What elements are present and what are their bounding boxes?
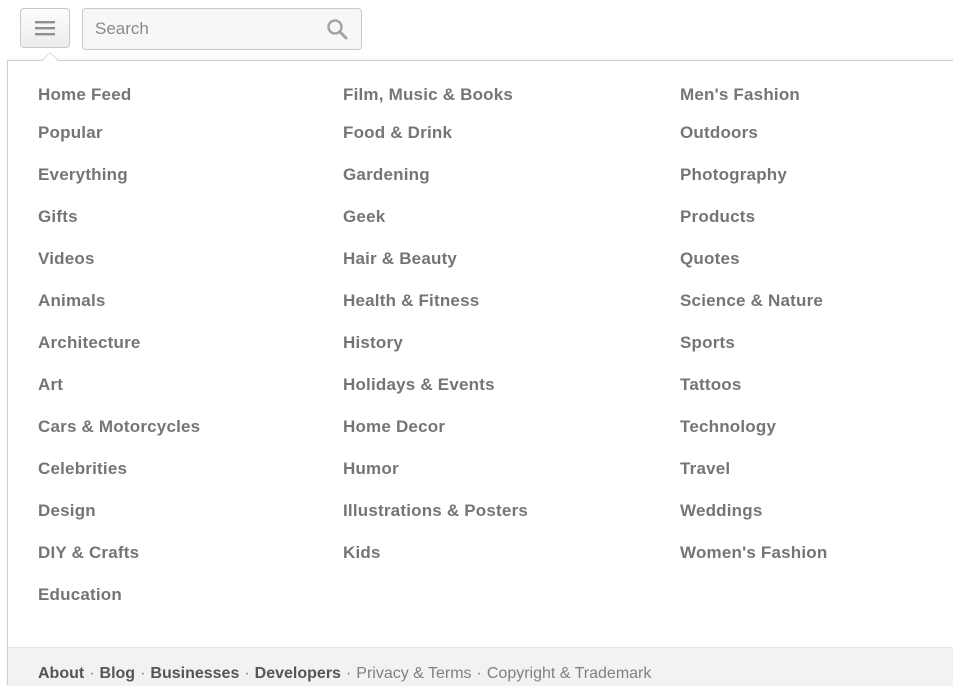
category-popular[interactable]: Popular	[38, 123, 200, 165]
category-womens-fashion[interactable]: Women's Fashion	[680, 543, 827, 585]
category-quotes[interactable]: Quotes	[680, 249, 827, 291]
dropdown-caret	[41, 52, 59, 61]
search-box[interactable]	[82, 8, 362, 50]
footer-separator: ·	[244, 665, 250, 682]
search-input[interactable]	[95, 18, 305, 40]
footer-link-about[interactable]: About	[38, 665, 84, 682]
category-column-2: Film, Music & Books Food & Drink Gardeni…	[343, 85, 528, 585]
category-food-drink[interactable]: Food & Drink	[343, 123, 528, 165]
category-education[interactable]: Education	[38, 585, 200, 627]
category-tattoos[interactable]: Tattoos	[680, 375, 827, 417]
category-gifts[interactable]: Gifts	[38, 207, 200, 249]
category-everything[interactable]: Everything	[38, 165, 200, 207]
footer-separator: ·	[140, 665, 146, 682]
footer-link-privacy-terms[interactable]: Privacy & Terms	[356, 665, 471, 682]
category-kids[interactable]: Kids	[343, 543, 528, 585]
category-column-3: Men's Fashion Outdoors Photography Produ…	[680, 85, 827, 585]
footer-link-developers[interactable]: Developers	[255, 665, 341, 682]
category-architecture[interactable]: Architecture	[38, 333, 200, 375]
categories-dropdown: Home Feed Popular Everything Gifts Video…	[7, 52, 953, 686]
category-products[interactable]: Products	[680, 207, 827, 249]
category-cars-motorcycles[interactable]: Cars & Motorcycles	[38, 417, 200, 459]
top-bar	[0, 0, 953, 60]
category-animals[interactable]: Animals	[38, 291, 200, 333]
footer-separator: ·	[476, 665, 482, 682]
category-holidays-events[interactable]: Holidays & Events	[343, 375, 528, 417]
footer-link-businesses[interactable]: Businesses	[150, 665, 239, 682]
category-diy-crafts[interactable]: DIY & Crafts	[38, 543, 200, 585]
category-videos[interactable]: Videos	[38, 249, 200, 291]
category-travel[interactable]: Travel	[680, 459, 827, 501]
footer-separator: ·	[345, 665, 352, 682]
category-home-feed[interactable]: Home Feed	[38, 85, 200, 123]
category-weddings[interactable]: Weddings	[680, 501, 827, 543]
footer-link-copyright-trademark[interactable]: Copyright & Trademark	[487, 665, 652, 682]
category-hair-beauty[interactable]: Hair & Beauty	[343, 249, 528, 291]
hamburger-menu-icon	[35, 21, 55, 36]
category-technology[interactable]: Technology	[680, 417, 827, 459]
category-gardening[interactable]: Gardening	[343, 165, 528, 207]
category-science-nature[interactable]: Science & Nature	[680, 291, 827, 333]
category-health-fitness[interactable]: Health & Fitness	[343, 291, 528, 333]
category-art[interactable]: Art	[38, 375, 200, 417]
category-sports[interactable]: Sports	[680, 333, 827, 375]
category-mens-fashion[interactable]: Men's Fashion	[680, 85, 827, 123]
category-celebrities[interactable]: Celebrities	[38, 459, 200, 501]
category-geek[interactable]: Geek	[343, 207, 528, 249]
footer-link-blog[interactable]: Blog	[100, 665, 136, 682]
category-photography[interactable]: Photography	[680, 165, 827, 207]
footer-separator: ·	[89, 665, 95, 682]
category-home-decor[interactable]: Home Decor	[343, 417, 528, 459]
category-history[interactable]: History	[343, 333, 528, 375]
dropdown-footer: About · Blog · Businesses · Developers · Privacy…	[8, 647, 953, 686]
menu-button[interactable]	[20, 8, 70, 48]
category-outdoors[interactable]: Outdoors	[680, 123, 827, 165]
category-illustrations-posters[interactable]: Illustrations & Posters	[343, 501, 528, 543]
category-column-1: Home Feed Popular Everything Gifts Video…	[38, 85, 200, 627]
category-design[interactable]: Design	[38, 501, 200, 543]
category-film-music-books[interactable]: Film, Music & Books	[343, 85, 528, 123]
category-humor[interactable]: Humor	[343, 459, 528, 501]
search-icon[interactable]	[325, 17, 349, 41]
